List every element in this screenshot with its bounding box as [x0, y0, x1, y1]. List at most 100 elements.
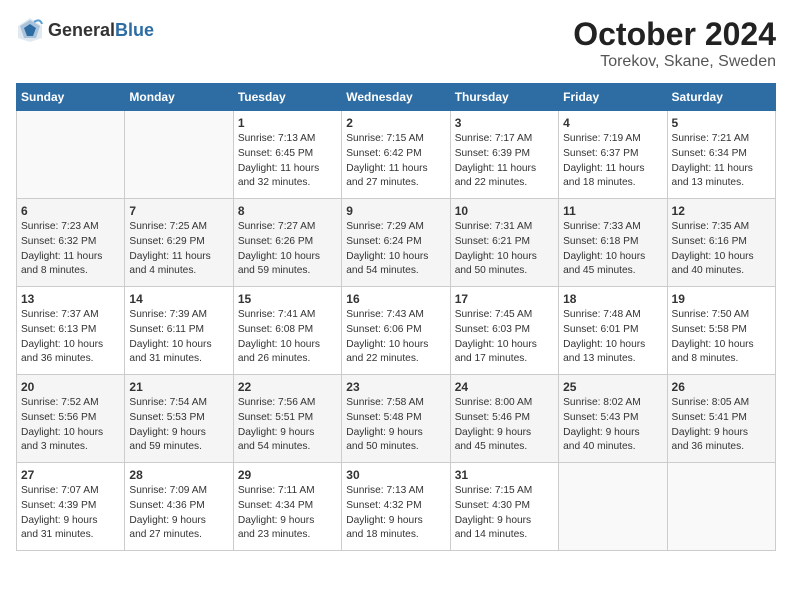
calendar-cell: 13 Sunrise: 7:37 AM Sunset: 6:13 PM Dayli…	[17, 287, 125, 375]
day-number: 29	[238, 468, 337, 482]
calendar-cell: 6 Sunrise: 7:23 AM Sunset: 6:32 PM Daylig…	[17, 199, 125, 287]
calendar-cell	[125, 111, 233, 199]
day-content: Sunrise: 8:00 AM Sunset: 5:46 PM Dayligh…	[455, 396, 554, 455]
calendar-cell: 11 Sunrise: 7:33 AM Sunset: 6:18 PM Dayli…	[559, 199, 667, 287]
calendar-cell: 7Sunrise: 7:25 AM Sunset: 6:29 PM Daylig…	[125, 199, 233, 287]
calendar-cell: 9 Sunrise: 7:29 AM Sunset: 6:24 PM Daylig…	[342, 199, 450, 287]
calendar-cell: 30 Sunrise: 7:13 AM Sunset: 4:32 PM Dayli…	[342, 463, 450, 551]
logo-general: General	[48, 20, 115, 40]
day-number: 28	[129, 468, 228, 482]
calendar-cell: 4Sunrise: 7:19 AM Sunset: 6:37 PM Daylig…	[559, 111, 667, 199]
day-number: 22	[238, 380, 337, 394]
calendar-cell: 28 Sunrise: 7:09 AM Sunset: 4:36 PM Dayli…	[125, 463, 233, 551]
day-content: Sunrise: 7:58 AM Sunset: 5:48 PM Dayligh…	[346, 396, 445, 455]
day-content: Sunrise: 7:29 AM Sunset: 6:24 PM Dayligh…	[346, 220, 445, 279]
weekday-header: Sunday	[17, 84, 125, 111]
day-number: 5	[672, 116, 771, 130]
day-content: Sunrise: 8:02 AM Sunset: 5:43 PM Dayligh…	[563, 396, 662, 455]
calendar-cell	[559, 463, 667, 551]
calendar-cell: 29 Sunrise: 7:11 AM Sunset: 4:34 PM Dayli…	[233, 463, 341, 551]
day-number: 30	[346, 468, 445, 482]
weekday-header: Wednesday	[342, 84, 450, 111]
calendar-week-row: 13 Sunrise: 7:37 AM Sunset: 6:13 PM Dayli…	[17, 287, 776, 375]
calendar-cell: 21Sunrise: 7:54 AM Sunset: 5:53 PM Dayli…	[125, 375, 233, 463]
day-number: 2	[346, 116, 445, 130]
calendar-week-row: 27 Sunrise: 7:07 AM Sunset: 4:39 PM Dayli…	[17, 463, 776, 551]
calendar-cell: 12 Sunrise: 7:35 AM Sunset: 6:16 PM Dayli…	[667, 199, 775, 287]
day-content: Sunrise: 7:09 AM Sunset: 4:36 PM Dayligh…	[129, 484, 228, 543]
day-content: Sunrise: 7:23 AM Sunset: 6:32 PM Dayligh…	[21, 220, 120, 279]
day-content: Sunrise: 7:31 AM Sunset: 6:21 PM Dayligh…	[455, 220, 554, 279]
page-title: October 2024	[573, 16, 776, 53]
day-content: Sunrise: 7:27 AM Sunset: 6:26 PM Dayligh…	[238, 220, 337, 279]
day-content: Sunrise: 7:39 AM Sunset: 6:11 PM Dayligh…	[129, 308, 228, 367]
day-number: 9	[346, 204, 445, 218]
weekday-header: Monday	[125, 84, 233, 111]
day-content: Sunrise: 7:15 AM Sunset: 6:42 PM Dayligh…	[346, 132, 445, 191]
calendar-cell: 23Sunrise: 7:58 AM Sunset: 5:48 PM Dayli…	[342, 375, 450, 463]
day-number: 13	[21, 292, 120, 306]
day-number: 8	[238, 204, 337, 218]
day-content: Sunrise: 7:35 AM Sunset: 6:16 PM Dayligh…	[672, 220, 771, 279]
calendar-cell	[667, 463, 775, 551]
day-content: Sunrise: 7:13 AM Sunset: 6:45 PM Dayligh…	[238, 132, 337, 191]
day-content: Sunrise: 8:05 AM Sunset: 5:41 PM Dayligh…	[672, 396, 771, 455]
page-subtitle: Torekov, Skane, Sweden	[573, 53, 776, 71]
day-content: Sunrise: 7:37 AM Sunset: 6:13 PM Dayligh…	[21, 308, 120, 367]
day-content: Sunrise: 7:13 AM Sunset: 4:32 PM Dayligh…	[346, 484, 445, 543]
day-number: 7	[129, 204, 228, 218]
day-content: Sunrise: 7:48 AM Sunset: 6:01 PM Dayligh…	[563, 308, 662, 367]
day-content: Sunrise: 7:21 AM Sunset: 6:34 PM Dayligh…	[672, 132, 771, 191]
day-number: 1	[238, 116, 337, 130]
day-content: Sunrise: 7:45 AM Sunset: 6:03 PM Dayligh…	[455, 308, 554, 367]
calendar-cell: 19 Sunrise: 7:50 AM Sunset: 5:58 PM Dayli…	[667, 287, 775, 375]
weekday-header: Thursday	[450, 84, 558, 111]
day-number: 25	[563, 380, 662, 394]
calendar-cell	[17, 111, 125, 199]
weekday-header: Saturday	[667, 84, 775, 111]
calendar-cell: 24 Sunrise: 8:00 AM Sunset: 5:46 PM Dayli…	[450, 375, 558, 463]
weekday-header: Friday	[559, 84, 667, 111]
day-number: 15	[238, 292, 337, 306]
calendar-cell: 17 Sunrise: 7:45 AM Sunset: 6:03 PM Dayli…	[450, 287, 558, 375]
day-content: Sunrise: 7:52 AM Sunset: 5:56 PM Dayligh…	[21, 396, 120, 455]
calendar-cell: 1 Sunrise: 7:13 AM Sunset: 6:45 PM Daylig…	[233, 111, 341, 199]
calendar-cell: 20 Sunrise: 7:52 AM Sunset: 5:56 PM Dayli…	[17, 375, 125, 463]
day-number: 6	[21, 204, 120, 218]
calendar-cell: 22Sunrise: 7:56 AM Sunset: 5:51 PM Dayli…	[233, 375, 341, 463]
day-number: 24	[455, 380, 554, 394]
day-number: 14	[129, 292, 228, 306]
day-content: Sunrise: 7:11 AM Sunset: 4:34 PM Dayligh…	[238, 484, 337, 543]
day-number: 12	[672, 204, 771, 218]
calendar-cell: 8 Sunrise: 7:27 AM Sunset: 6:26 PM Daylig…	[233, 199, 341, 287]
day-content: Sunrise: 7:43 AM Sunset: 6:06 PM Dayligh…	[346, 308, 445, 367]
calendar-week-row: 6 Sunrise: 7:23 AM Sunset: 6:32 PM Daylig…	[17, 199, 776, 287]
calendar-cell: 27 Sunrise: 7:07 AM Sunset: 4:39 PM Dayli…	[17, 463, 125, 551]
day-number: 19	[672, 292, 771, 306]
weekday-header: Tuesday	[233, 84, 341, 111]
day-content: Sunrise: 7:54 AM Sunset: 5:53 PM Dayligh…	[129, 396, 228, 455]
day-content: Sunrise: 7:50 AM Sunset: 5:58 PM Dayligh…	[672, 308, 771, 367]
day-number: 11	[563, 204, 662, 218]
day-content: Sunrise: 7:33 AM Sunset: 6:18 PM Dayligh…	[563, 220, 662, 279]
calendar-week-row: 20 Sunrise: 7:52 AM Sunset: 5:56 PM Dayli…	[17, 375, 776, 463]
calendar-cell: 18Sunrise: 7:48 AM Sunset: 6:01 PM Dayli…	[559, 287, 667, 375]
day-number: 16	[346, 292, 445, 306]
day-number: 27	[21, 468, 120, 482]
calendar-cell: 16 Sunrise: 7:43 AM Sunset: 6:06 PM Dayli…	[342, 287, 450, 375]
calendar-cell: 26Sunrise: 8:05 AM Sunset: 5:41 PM Dayli…	[667, 375, 775, 463]
calendar-cell: 10Sunrise: 7:31 AM Sunset: 6:21 PM Dayli…	[450, 199, 558, 287]
day-number: 17	[455, 292, 554, 306]
calendar-week-row: 1 Sunrise: 7:13 AM Sunset: 6:45 PM Daylig…	[17, 111, 776, 199]
calendar-cell: 2 Sunrise: 7:15 AM Sunset: 6:42 PM Daylig…	[342, 111, 450, 199]
calendar-cell: 5 Sunrise: 7:21 AM Sunset: 6:34 PM Daylig…	[667, 111, 775, 199]
calendar-cell: 31Sunrise: 7:15 AM Sunset: 4:30 PM Dayli…	[450, 463, 558, 551]
calendar-cell: 3Sunrise: 7:17 AM Sunset: 6:39 PM Daylig…	[450, 111, 558, 199]
day-content: Sunrise: 7:07 AM Sunset: 4:39 PM Dayligh…	[21, 484, 120, 543]
day-number: 20	[21, 380, 120, 394]
title-block: October 2024 Torekov, Skane, Sweden	[573, 16, 776, 71]
day-number: 4	[563, 116, 662, 130]
day-content: Sunrise: 7:41 AM Sunset: 6:08 PM Dayligh…	[238, 308, 337, 367]
day-number: 3	[455, 116, 554, 130]
calendar-cell: 14 Sunrise: 7:39 AM Sunset: 6:11 PM Dayli…	[125, 287, 233, 375]
